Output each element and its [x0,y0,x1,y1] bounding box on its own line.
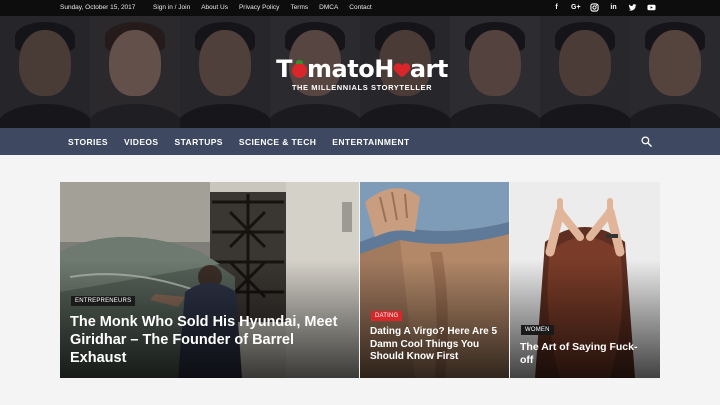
nav-entertainment[interactable]: ENTERTAINMENT [332,137,409,147]
privacy-policy-link[interactable]: Privacy Policy [239,4,279,11]
nav-stories[interactable]: STORIES [68,137,108,147]
logo-wordmark: TmatoH art [276,55,448,83]
article-title[interactable]: Dating A Virgo? Here Are 5 Damn Cool Thi… [370,326,502,364]
tomato-icon [292,60,308,78]
article-title[interactable]: The Monk Who Sold His Hyundai, Meet Giri… [70,313,350,367]
twitter-icon[interactable] [628,3,637,12]
featured-article-1[interactable]: ENTREPRENEURS The Monk Who Sold His Hyun… [60,182,359,378]
facebook-icon[interactable]: f [552,3,561,12]
article-title[interactable]: The Art of Saying Fuck-off [520,341,650,367]
linkedin-icon[interactable]: in [609,3,618,12]
nav-science-tech[interactable]: SCIENCE & TECH [239,137,316,147]
category-badge[interactable]: DATING [371,311,403,321]
google-plus-icon[interactable]: G+ [571,3,581,12]
category-badge[interactable]: WOMEN [521,325,554,335]
nav-startups[interactable]: STARTUPS [175,137,223,147]
current-date: Sunday, October 15, 2017 [60,4,136,11]
contact-link[interactable]: Contact [349,4,371,11]
main-navigation: STORIES VIDEOS STARTUPS SCIENCE & TECH E… [0,128,720,155]
nav-videos[interactable]: VIDEOS [124,137,159,147]
category-badge[interactable]: ENTREPRENEURS [71,296,136,306]
terms-link[interactable]: Terms [290,4,308,11]
search-icon[interactable] [641,136,652,147]
top-links: Sign in / Join About Us Privacy Policy T… [153,4,383,11]
instagram-icon[interactable] [590,3,599,12]
about-us-link[interactable]: About Us [201,4,228,11]
top-bar: Sunday, October 15, 2017 Sign in / Join … [0,0,720,16]
site-tagline: THE MILLENNIALS STORYTELLER [291,83,433,92]
header-banner: TmatoH art THE MILLENNIALS STORYTELLER [0,16,720,128]
featured-article-3[interactable]: WOMEN The Art of Saying Fuck-off [510,182,660,378]
featured-article-2[interactable]: DATING Dating A Virgo? Here Are 5 Damn C… [360,182,509,378]
dmca-link[interactable]: DMCA [319,4,338,11]
heart-icon [394,63,410,78]
social-links: f G+ in [552,3,656,12]
sign-in-join-link[interactable]: Sign in / Join [153,4,190,11]
youtube-icon[interactable] [647,3,656,12]
site-logo[interactable]: TmatoH art THE MILLENNIALS STORYTELLER [270,56,454,92]
